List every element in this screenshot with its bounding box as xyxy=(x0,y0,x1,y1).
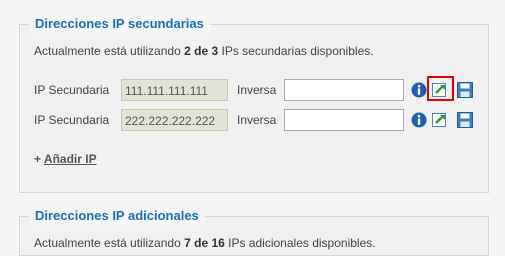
save-icon[interactable] xyxy=(457,112,473,128)
inverse-input[interactable] xyxy=(284,79,404,101)
edit-icon[interactable] xyxy=(432,82,448,98)
add-ip-plus: + xyxy=(34,152,42,166)
edit-icon[interactable] xyxy=(432,112,448,128)
additional-ip-panel: Direcciones IP adicionales Actualmente e… xyxy=(19,207,489,256)
secondary-usage-text: Actualmente está utilizando 2 de 3 IPs s… xyxy=(34,44,374,58)
additional-ip-title: Direcciones IP adicionales xyxy=(29,207,205,225)
save-icon[interactable] xyxy=(457,82,473,98)
inverse-input[interactable] xyxy=(284,109,404,131)
inverse-label: Inversa xyxy=(237,83,277,97)
secondary-ip-label: IP Secundaria xyxy=(34,113,110,127)
secondary-usage-prefix: Actualmente está utilizando xyxy=(34,44,181,58)
secondary-ip-row: IP Secundaria 111.111.111.111 Inversa xyxy=(34,76,486,101)
secondary-ip-value: 111.111.111.111 xyxy=(121,79,228,101)
secondary-usage-count: 2 de 3 xyxy=(184,44,219,58)
secondary-ip-value: 222.222.222.222 xyxy=(121,109,228,131)
info-icon[interactable] xyxy=(411,112,427,128)
secondary-ip-label: IP Secundaria xyxy=(34,83,110,97)
info-icon[interactable] xyxy=(411,82,427,98)
secondary-ip-panel: Direcciones IP secundarias Actualmente e… xyxy=(19,15,489,193)
add-ip-link[interactable]: + Añadir IP xyxy=(34,152,97,166)
add-ip-label: Añadir IP xyxy=(43,152,97,166)
secondary-ip-row: IP Secundaria 222.222.222.222 Inversa xyxy=(34,109,486,131)
inverse-label: Inversa xyxy=(237,113,277,127)
secondary-usage-suffix: IPs secundarias disponibles. xyxy=(221,44,374,58)
secondary-ip-title: Direcciones IP secundarias xyxy=(29,15,210,33)
